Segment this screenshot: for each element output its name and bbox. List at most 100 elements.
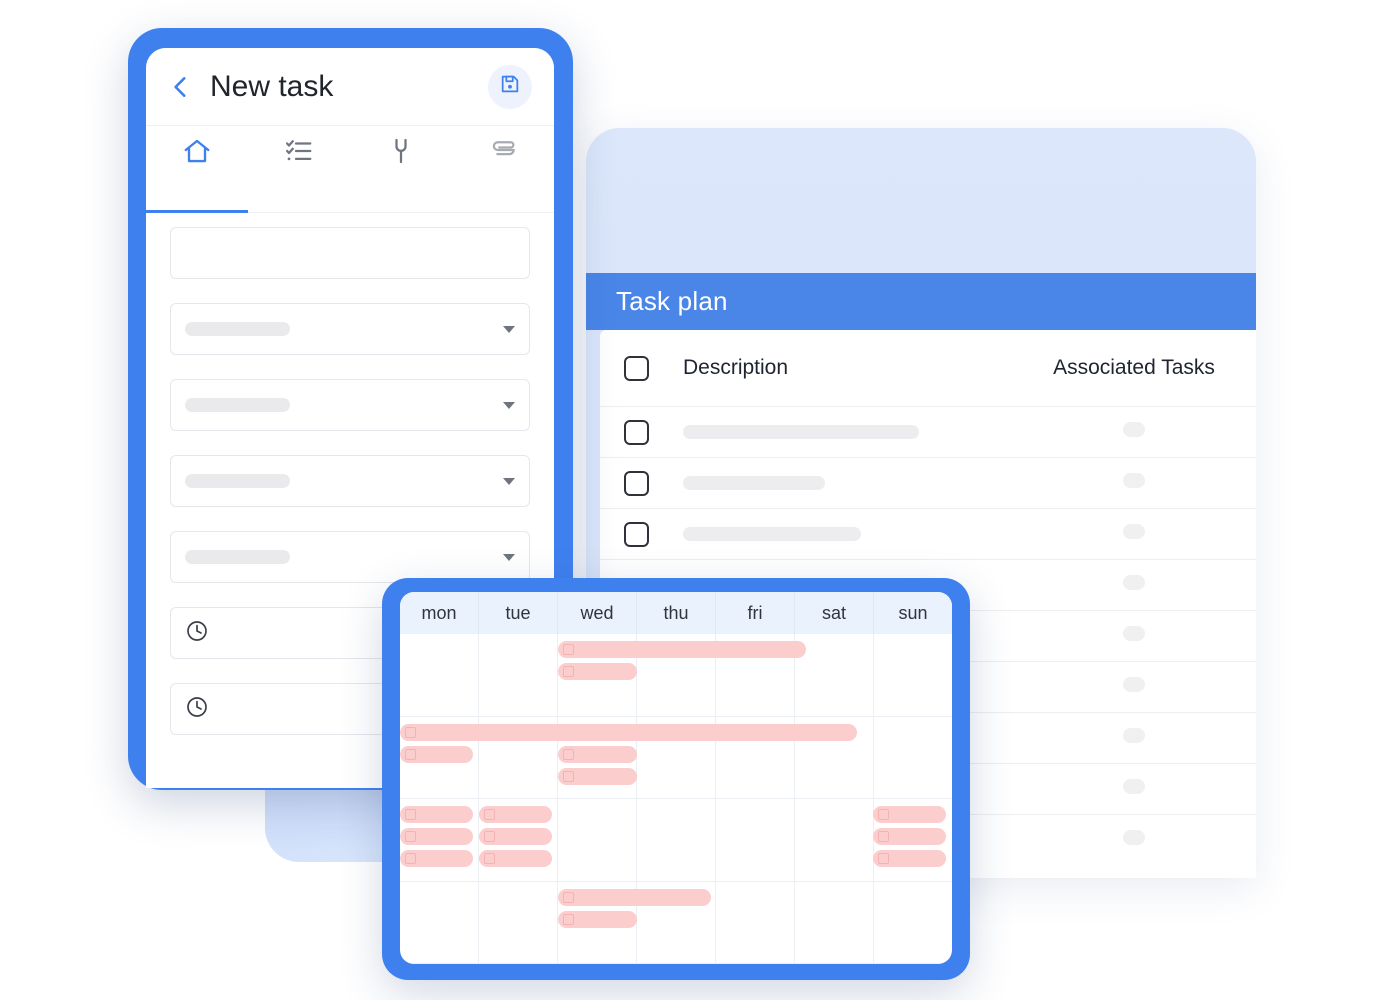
calendar-day-header-fri[interactable]: fri xyxy=(716,592,795,634)
row-checkbox[interactable] xyxy=(624,521,649,547)
calendar-event[interactable] xyxy=(400,850,474,867)
cell-associated-tasks xyxy=(1009,677,1256,697)
select-all-checkbox[interactable] xyxy=(624,355,649,381)
table-header-row: Description Associated Tasks xyxy=(600,330,1256,406)
calendar-event[interactable] xyxy=(557,888,712,906)
calendar-day-header-thu[interactable]: thu xyxy=(637,592,716,634)
field-task-type[interactable] xyxy=(170,303,530,355)
description-placeholder xyxy=(683,476,825,490)
calendar-event[interactable] xyxy=(478,828,553,845)
calendar-event[interactable] xyxy=(873,850,947,867)
cell-associated-tasks xyxy=(1009,830,1256,850)
row-checkbox[interactable] xyxy=(624,470,649,496)
associated-placeholder xyxy=(1123,524,1145,539)
calendar-event[interactable] xyxy=(400,828,474,845)
cell-associated-tasks xyxy=(1009,728,1256,748)
chevron-down-icon[interactable] xyxy=(503,554,515,561)
task-plan-panel-top-fill xyxy=(586,128,1256,273)
associated-placeholder xyxy=(1123,830,1145,845)
associated-placeholder xyxy=(1123,473,1145,488)
column-header-description: Description xyxy=(683,356,789,379)
associated-placeholder xyxy=(1123,575,1145,590)
page-title: New task xyxy=(210,69,334,103)
calendar-event[interactable] xyxy=(478,850,553,867)
cell-associated-tasks xyxy=(1009,524,1256,544)
calendar-mockup-frame: mon tue wed thu fri sat sun xyxy=(382,578,970,980)
column-header-associated-tasks: Associated Tasks xyxy=(1053,356,1215,379)
event-checkbox-icon xyxy=(483,831,495,842)
field-description[interactable] xyxy=(170,227,530,279)
cell-associated-tasks xyxy=(1009,779,1256,799)
event-checkbox-icon xyxy=(405,748,416,760)
associated-placeholder xyxy=(1123,422,1145,437)
calendar-day-header-tue[interactable]: tue xyxy=(479,592,558,634)
table-row[interactable] xyxy=(600,406,1256,457)
paperclip-icon xyxy=(488,136,518,166)
event-checkbox-icon xyxy=(405,726,416,738)
floppy-disk-save-icon xyxy=(499,73,521,100)
event-checkbox-icon xyxy=(483,853,495,864)
calendar-event[interactable] xyxy=(873,828,947,845)
cell-associated-tasks xyxy=(1009,575,1256,595)
task-plan-titlebar: Task plan xyxy=(586,273,1256,330)
cell-associated-tasks xyxy=(1009,473,1256,493)
chevron-down-icon[interactable] xyxy=(503,478,515,485)
cell-associated-tasks xyxy=(1009,626,1256,646)
description-placeholder xyxy=(683,527,861,541)
cell-description xyxy=(649,425,1009,439)
event-checkbox-icon xyxy=(483,809,495,820)
tab-subtasks[interactable] xyxy=(248,126,350,212)
event-checkbox-icon xyxy=(562,666,574,677)
event-checkbox-icon xyxy=(405,831,416,842)
event-checkbox-icon xyxy=(562,748,574,760)
field-priority[interactable] xyxy=(170,531,530,583)
calendar-day-header-sun[interactable]: sun xyxy=(874,592,952,634)
calendar-day-header-mon[interactable]: mon xyxy=(400,592,479,634)
calendar-event[interactable] xyxy=(400,723,858,741)
chevron-down-icon[interactable] xyxy=(503,402,515,409)
calendar-event[interactable] xyxy=(557,641,807,658)
wrench-icon xyxy=(386,136,416,166)
associated-placeholder xyxy=(1123,626,1145,641)
calendar-events-layer xyxy=(400,634,952,964)
calendar-day-header-row: mon tue wed thu fri sat sun xyxy=(400,592,952,634)
table-row[interactable] xyxy=(600,508,1256,559)
calendar-day-header-sat[interactable]: sat xyxy=(795,592,874,634)
calendar-event[interactable] xyxy=(400,806,474,823)
event-checkbox-icon xyxy=(878,853,890,864)
event-checkbox-icon xyxy=(405,853,416,864)
phone-tabbar xyxy=(146,126,554,213)
field-classification-2[interactable] xyxy=(170,455,530,507)
calendar-event[interactable] xyxy=(557,745,637,763)
calendar-event[interactable] xyxy=(557,910,637,928)
save-button[interactable] xyxy=(488,64,532,109)
chevron-left-icon[interactable] xyxy=(168,74,194,100)
home-icon xyxy=(182,136,212,166)
cell-associated-tasks xyxy=(1009,422,1256,442)
calendar-day-header-wed[interactable]: wed xyxy=(558,592,637,634)
calendar-event[interactable] xyxy=(557,767,637,785)
event-checkbox-icon xyxy=(562,891,574,903)
tab-geral[interactable] xyxy=(146,126,248,213)
calendar-event[interactable] xyxy=(557,663,637,680)
field-classification-1[interactable] xyxy=(170,379,530,431)
row-checkbox[interactable] xyxy=(624,419,649,445)
table-row[interactable] xyxy=(600,457,1256,508)
event-checkbox-icon xyxy=(562,644,574,655)
phone-topbar: New task xyxy=(146,48,554,126)
associated-placeholder xyxy=(1123,728,1145,743)
associated-placeholder xyxy=(1123,779,1145,794)
calendar-event[interactable] xyxy=(400,745,474,763)
event-checkbox-icon xyxy=(562,913,574,925)
event-checkbox-icon xyxy=(562,770,574,782)
calendar-event[interactable] xyxy=(478,806,553,823)
event-checkbox-icon xyxy=(878,809,890,820)
tab-attachments[interactable] xyxy=(452,126,554,212)
chevron-down-icon[interactable] xyxy=(503,326,515,333)
associated-placeholder xyxy=(1123,677,1145,692)
clock-icon xyxy=(185,619,209,648)
calendar-event[interactable] xyxy=(873,806,947,823)
cell-description xyxy=(649,527,1009,541)
field-value-placeholder xyxy=(185,398,290,412)
tab-resources[interactable] xyxy=(350,126,452,212)
